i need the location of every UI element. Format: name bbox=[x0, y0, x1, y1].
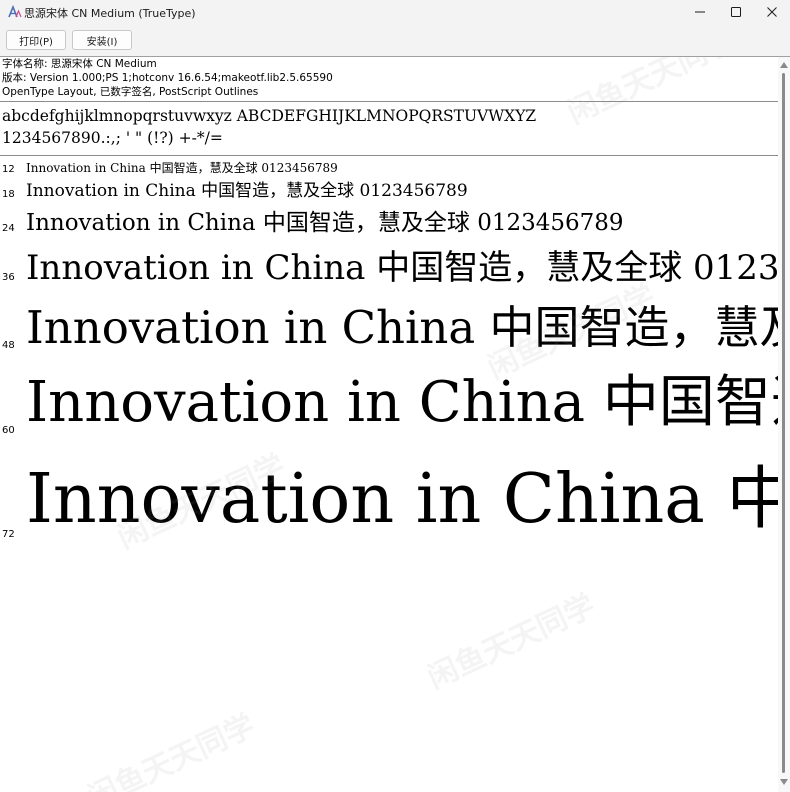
divider bbox=[0, 101, 778, 102]
size-label: 24 bbox=[2, 223, 15, 234]
sample-text: Innovation in China 中国智造，慧及全球 0123456789 bbox=[26, 181, 468, 201]
title-bar[interactable]: 思源宋体 CN Medium (TrueType) bbox=[0, 0, 790, 24]
font-version-line: 版本: Version 1.000;PS 1;hotconv 16.6.54;m… bbox=[2, 72, 333, 84]
sample-text: Innovation in China 中国智造，慧及全球 0123456789 bbox=[26, 248, 778, 288]
sample-text: Innovation in China 中国智造，慧及全球 0123456789 bbox=[26, 210, 624, 236]
font-name-line: 字体名称: 思源宋体 CN Medium bbox=[2, 58, 157, 70]
window-title: 思源宋体 CN Medium (TrueType) bbox=[24, 7, 196, 20]
font-app-icon bbox=[6, 4, 22, 20]
toolbar: 打印(P) 安装(I) bbox=[0, 24, 790, 57]
scroll-up-button[interactable] bbox=[778, 59, 790, 71]
sample-row-48: 48 Innovation in China 中国智造，慧及全球 0123456… bbox=[0, 298, 778, 358]
install-button[interactable]: 安装(I) bbox=[72, 30, 132, 50]
charset-letters: abcdefghijklmnopqrstuvwxyz ABCDEFGHIJKLM… bbox=[2, 107, 537, 125]
watermark: 闲鱼天天同学 bbox=[82, 708, 261, 792]
maximize-icon bbox=[731, 7, 741, 17]
size-label: 60 bbox=[2, 425, 15, 436]
close-icon bbox=[767, 7, 777, 17]
minimize-icon bbox=[695, 11, 705, 13]
sample-text: Innovation in China 中国智造，慧及全球 0123456789 bbox=[26, 460, 778, 539]
close-button[interactable] bbox=[754, 0, 790, 24]
print-button[interactable]: 打印(P) bbox=[6, 30, 66, 50]
watermark: 闲鱼天天同学 bbox=[422, 588, 601, 697]
divider bbox=[0, 155, 778, 156]
sample-row-60: 60 Innovation in China 中国智造，慧及全球 0123456… bbox=[0, 367, 778, 437]
scroll-down-button[interactable] bbox=[778, 776, 790, 788]
watermark: 闲鱼天天同学 bbox=[562, 57, 741, 132]
charset-symbols: 1234567890.:,; ' " (!?) +-*/= bbox=[2, 129, 223, 147]
font-features-line: OpenType Layout, 已数字签名, PostScript Outli… bbox=[2, 86, 259, 98]
size-label: 12 bbox=[2, 164, 15, 175]
size-label: 48 bbox=[2, 340, 15, 351]
font-preview-pane: 字体名称: 思源宋体 CN Medium 版本: Version 1.000;P… bbox=[0, 57, 778, 792]
font-info: 字体名称: 思源宋体 CN Medium 版本: Version 1.000;P… bbox=[2, 57, 333, 99]
sample-text: Innovation in China 中国智造，慧及全球 0123456789 bbox=[26, 370, 778, 435]
sample-text: Innovation in China 中国智造，慧及全球 0123456789 bbox=[26, 161, 338, 175]
sample-row-72: 72 Innovation in China 中国智造，慧及全球 0123456… bbox=[0, 454, 778, 541]
scroll-thumb[interactable] bbox=[782, 73, 785, 773]
vertical-scrollbar[interactable] bbox=[778, 57, 790, 792]
maximize-button[interactable] bbox=[718, 0, 754, 24]
scroll-up-icon bbox=[780, 62, 788, 68]
size-label: 18 bbox=[2, 189, 15, 200]
sample-text: Innovation in China 中国智造，慧及全球 0123456789 bbox=[26, 301, 778, 354]
minimize-button[interactable] bbox=[682, 0, 718, 24]
size-label: 36 bbox=[2, 272, 15, 283]
sample-row-36: 36 Innovation in China 中国智造，慧及全球 0123456… bbox=[0, 245, 778, 305]
scroll-down-icon bbox=[780, 779, 788, 785]
size-label: 72 bbox=[2, 529, 15, 540]
character-set: abcdefghijklmnopqrstuvwxyz ABCDEFGHIJKLM… bbox=[2, 105, 536, 149]
font-viewer-window: 思源宋体 CN Medium (TrueType) 打印(P) 安装(I) 字体… bbox=[0, 0, 790, 792]
